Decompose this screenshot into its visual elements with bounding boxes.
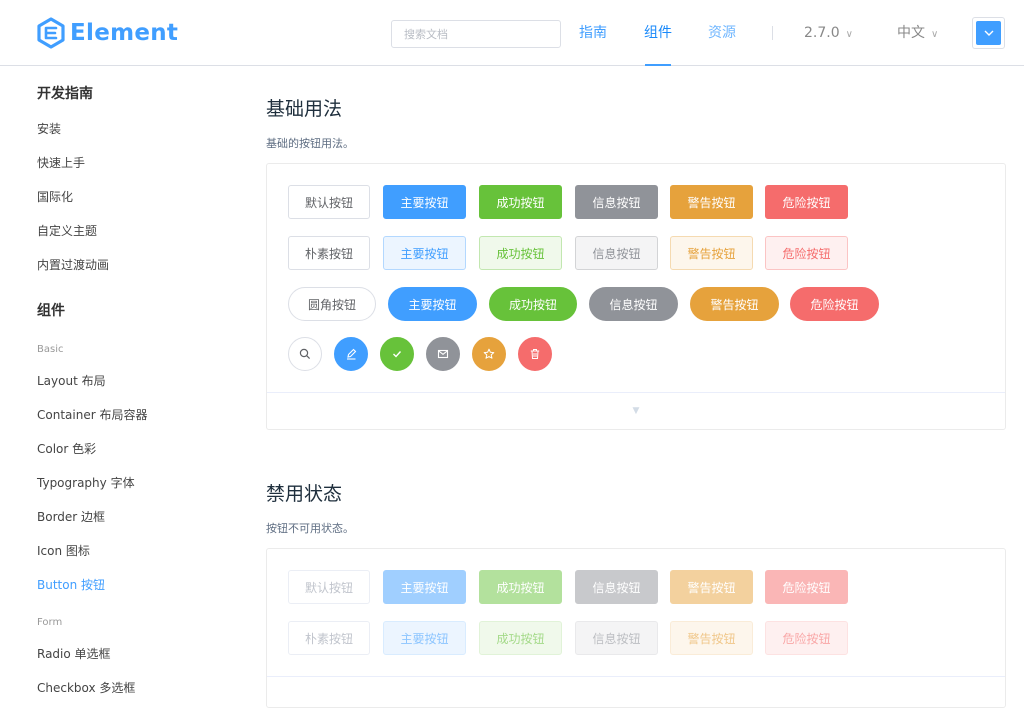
sidebar-item-quickstart[interactable]: 快速上手 <box>37 154 85 171</box>
sidebar-item-container[interactable]: Container 布局容器 <box>37 406 147 423</box>
round-warning-button[interactable]: 警告按钮 <box>690 287 779 321</box>
primary-button[interactable]: 主要按钮 <box>383 185 466 219</box>
round-info-button[interactable]: 信息按钮 <box>589 287 678 321</box>
sidebar: 开发指南 安装 快速上手 国际化 自定义主题 内置过渡动画 组件 Basic L… <box>0 66 240 696</box>
disabled-info-button: 信息按钮 <box>575 570 658 604</box>
nav-component[interactable]: 组件 <box>644 0 672 66</box>
default-button[interactable]: 默认按钮 <box>288 185 370 219</box>
circle-search-button[interactable] <box>288 337 322 371</box>
logo-text: Element <box>70 20 179 46</box>
circle-check-button[interactable] <box>380 337 414 371</box>
round-default-button[interactable]: 圆角按钮 <box>288 287 376 321</box>
disabled-plain-info-button: 信息按钮 <box>575 621 658 655</box>
demo-footer-divider <box>267 676 1005 677</box>
plain-warning-button[interactable]: 警告按钮 <box>670 236 753 270</box>
theme-color-picker[interactable] <box>972 17 1005 49</box>
chevron-down-icon: ∨ <box>845 29 853 40</box>
sidebar-item-transition[interactable]: 内置过渡动画 <box>37 256 109 273</box>
top-header: Element 指南 组件 资源 2.7.0 ∨ 中文 ∨ <box>0 0 1024 66</box>
sidebar-item-border[interactable]: Border 边框 <box>37 508 105 525</box>
disabled-danger-button: 危险按钮 <box>765 570 848 604</box>
section-desc-disabled: 按钮不可用状态。 <box>266 522 354 535</box>
plain-danger-button[interactable]: 危险按钮 <box>765 236 848 270</box>
disabled-plain-warning-button: 警告按钮 <box>670 621 753 655</box>
sidebar-item-radio[interactable]: Radio 单选框 <box>37 645 111 662</box>
sidebar-item-layout[interactable]: Layout 布局 <box>37 372 106 389</box>
nav-resource[interactable]: 资源 <box>708 0 736 66</box>
circle-message-button[interactable] <box>426 337 460 371</box>
sidebar-group-components: 组件 <box>37 303 65 319</box>
sidebar-item-checkbox[interactable]: Checkbox 多选框 <box>37 679 135 696</box>
element-logo[interactable]: Element <box>36 16 178 50</box>
section-title-disabled: 禁用状态 <box>266 483 343 505</box>
edit-icon <box>347 348 357 360</box>
disabled-plain-default-button: 朴素按钮 <box>288 621 370 655</box>
version-dropdown[interactable]: 2.7.0 ∨ <box>804 0 853 66</box>
language-label: 中文 <box>897 25 925 41</box>
sidebar-item-typography[interactable]: Typography 字体 <box>37 474 135 491</box>
disabled-warning-button: 警告按钮 <box>670 570 753 604</box>
sidebar-item-install[interactable]: 安装 <box>37 120 61 137</box>
sidebar-item-custom-theme[interactable]: 自定义主题 <box>37 222 97 239</box>
disabled-default-button: 默认按钮 <box>288 570 370 604</box>
sidebar-item-button[interactable]: Button 按钮 <box>37 576 105 593</box>
sidebar-item-icon[interactable]: Icon 图标 <box>37 542 90 559</box>
plain-default-button[interactable]: 朴素按钮 <box>288 236 370 270</box>
active-nav-indicator <box>645 64 671 66</box>
star-icon <box>483 348 495 359</box>
round-success-button[interactable]: 成功按钮 <box>489 287 577 321</box>
success-button[interactable]: 成功按钮 <box>479 185 562 219</box>
info-button[interactable]: 信息按钮 <box>575 185 658 219</box>
search-input[interactable] <box>391 20 561 48</box>
element-hexagon-icon <box>37 17 65 49</box>
danger-button[interactable]: 危险按钮 <box>765 185 848 219</box>
sidebar-item-i18n[interactable]: 国际化 <box>37 188 73 205</box>
sidebar-category-basic: Basic <box>37 344 64 355</box>
chevron-down-icon <box>976 21 1001 45</box>
disabled-plain-primary-button: 主要按钮 <box>383 621 466 655</box>
sidebar-group-dev-guide: 开发指南 <box>37 86 93 102</box>
demo-block-basic: 默认按钮 主要按钮 成功按钮 信息按钮 警告按钮 危险按钮 朴素按钮 主要按钮 … <box>266 163 1006 430</box>
plain-info-button[interactable]: 信息按钮 <box>575 236 658 270</box>
sidebar-item-color[interactable]: Color 色彩 <box>37 440 96 457</box>
circle-star-button[interactable] <box>472 337 506 371</box>
section-title-basic-usage: 基础用法 <box>266 98 343 120</box>
version-label: 2.7.0 <box>804 25 840 41</box>
delete-icon <box>530 349 540 359</box>
round-danger-button[interactable]: 危险按钮 <box>790 287 879 321</box>
caret-down-icon: ▼ <box>632 406 640 416</box>
round-primary-button[interactable]: 主要按钮 <box>388 287 477 321</box>
sidebar-category-form: Form <box>37 617 63 628</box>
disabled-primary-button: 主要按钮 <box>383 570 466 604</box>
show-code-toggle[interactable]: ▼ <box>267 392 1005 429</box>
plain-primary-button[interactable]: 主要按钮 <box>383 236 466 270</box>
nav-guide[interactable]: 指南 <box>579 0 607 66</box>
language-dropdown[interactable]: 中文 ∨ <box>897 0 938 66</box>
circle-delete-button[interactable] <box>518 337 552 371</box>
message-icon <box>437 349 449 359</box>
search-icon <box>299 348 311 360</box>
disabled-plain-danger-button: 危险按钮 <box>765 621 848 655</box>
circle-edit-button[interactable] <box>334 337 368 371</box>
section-desc-basic-usage: 基础的按钮用法。 <box>266 137 354 150</box>
warning-button[interactable]: 警告按钮 <box>670 185 753 219</box>
plain-success-button[interactable]: 成功按钮 <box>479 236 562 270</box>
check-icon <box>393 351 402 358</box>
disabled-success-button: 成功按钮 <box>479 570 562 604</box>
disabled-plain-success-button: 成功按钮 <box>479 621 562 655</box>
chevron-down-icon: ∨ <box>931 29 939 40</box>
demo-block-disabled: 默认按钮 主要按钮 成功按钮 信息按钮 警告按钮 危险按钮 朴素按钮 主要按钮 … <box>266 548 1006 708</box>
nav-divider <box>772 26 773 40</box>
